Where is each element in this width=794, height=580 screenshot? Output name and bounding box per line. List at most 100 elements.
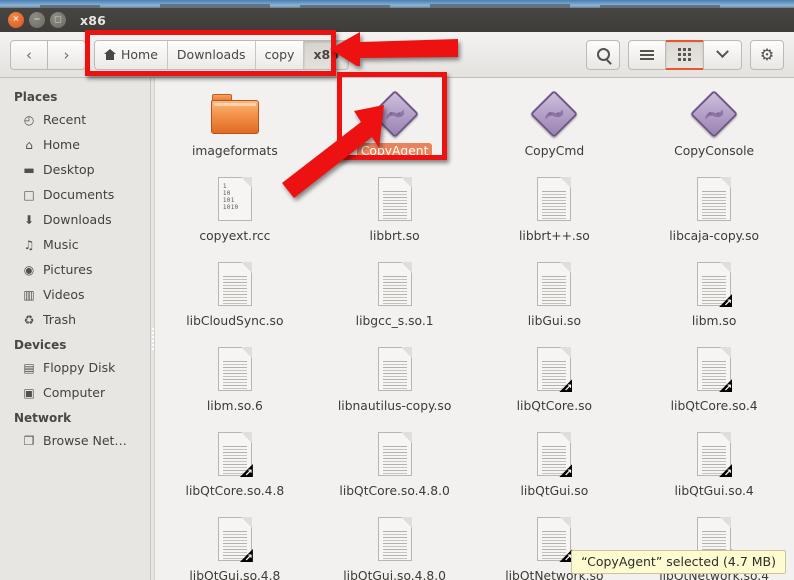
file-item[interactable]: libm.so [634,252,794,337]
file-name-label: libcaja-copy.so [669,229,760,243]
file-item[interactable]: libQtCore.so.4 [634,337,794,422]
breadcrumb-label: Downloads [176,47,246,62]
breadcrumb-item-copy[interactable]: copy [255,40,305,69]
file-item[interactable]: CopyCmd [475,82,635,167]
file-item[interactable]: libgcc_s.so.1 [315,252,475,337]
file-icon-wrapper [537,428,572,480]
file-item[interactable]: libCloudSync.so [155,252,315,337]
folder-icon [210,94,259,134]
file-item[interactable]: libbrt++.so [475,167,635,252]
binary-file-icon: 1 10 101 1010 [217,177,252,221]
sidebar-item-pictures[interactable]: ◉ Pictures [0,257,150,282]
file-item[interactable]: libGui.so [475,252,635,337]
executable-icon [370,89,419,139]
file-item[interactable]: libnautilus-copy.so [315,337,475,422]
file-manager-window: ✕ − □ x86 ‹ › Home Downloads copy x86 ⚙ … [0,8,794,580]
floppy-icon: ▤ [23,360,35,375]
sidebar-item-trash[interactable]: ♻ Trash [0,307,150,332]
file-item[interactable]: libm.so.6 [155,337,315,422]
title-bar: ✕ − □ x86 [0,8,794,32]
breadcrumb-item-downloads[interactable]: Downloads [167,40,256,69]
chevron-left-icon: ‹ [26,45,32,64]
sidebar-item-music[interactable]: ♫ Music [0,232,150,257]
sidebar-item-browse-net[interactable]: ❐ Browse Net… [0,428,150,453]
file-view[interactable]: imageformats CopyAgent CopyCmd CopyConsole 1… [155,78,794,580]
file-item[interactable]: CopyConsole [634,82,794,167]
file-item[interactable]: libcaja-copy.so [634,167,794,252]
breadcrumb-item-home[interactable]: Home [95,40,168,69]
minimize-button[interactable]: − [29,12,45,28]
list-view-icon [640,49,654,60]
sidebar-item-desktop[interactable]: ▬ Desktop [0,157,150,182]
maximize-button[interactable]: □ [50,12,66,28]
sidebar-item-floppy-disk[interactable]: ▤ Floppy Disk [0,355,150,380]
file-name-label: libQtCore.so.4 [670,399,758,413]
file-icon-wrapper [537,343,572,395]
file-item[interactable]: libQtGui.so [475,422,635,507]
document-file-icon [537,517,572,564]
list-view-button[interactable] [628,39,666,70]
chevron-right-icon: › [63,45,70,64]
sidebar-item-recent[interactable]: ◴ Recent [0,107,150,132]
search-button[interactable] [586,39,620,70]
sidebar-section-title: Network [14,411,72,425]
file-name-label: libCloudSync.so [186,314,284,328]
sidebar-item-label: Documents [43,187,115,202]
file-item[interactable]: libQtCore.so [475,337,635,422]
sidebar-item-label: Home [43,137,80,152]
file-icon-wrapper [697,173,732,225]
file-name-label: CopyAgent [356,143,433,159]
file-name-label: imageformats [192,144,278,158]
file-name-label: libm.so [691,314,737,328]
back-button[interactable]: ‹ [10,39,48,70]
document-file-icon [537,177,572,221]
search-group [586,39,620,70]
sidebar-item-label: Pictures [43,262,93,277]
document-file-icon [377,517,412,561]
file-name-label: libQtGui.so.4 [674,484,754,498]
forward-button[interactable]: › [48,39,86,70]
file-item[interactable]: libQtCore.so.4.8 [155,422,315,507]
file-name-label: libQtCore.so [516,399,593,413]
file-item[interactable]: libQtGui.so.4 [634,422,794,507]
sidebar-item-home[interactable]: ⌂ Home [0,132,150,157]
document-file-icon [537,347,572,394]
folder-icon: ▬ [23,162,35,177]
binary-bits: 1 10 101 1010 [222,183,239,211]
chevron-down-icon [716,45,729,59]
file-item[interactable]: libQtCore.so.4.8.0 [315,422,475,507]
document-icon: □ [23,187,35,202]
sidebar-item-label: Music [43,237,79,252]
file-item[interactable]: 1 10 101 1010 copyext.rcc [155,167,315,252]
symlink-badge-icon [559,464,572,479]
breadcrumb-item-x86[interactable]: x86 [304,40,348,69]
settings-button[interactable]: ⚙ [750,39,784,70]
file-item[interactable]: libQtGui.so.4.8.0 [315,507,475,580]
sidebar-item-downloads[interactable]: ⬇ Downloads [0,207,150,232]
sidebar-item-computer[interactable]: ▣ Computer [0,380,150,405]
file-icon-wrapper [377,173,412,225]
file-name-label: libnautilus-copy.so [337,399,452,413]
file-name-label: libbrt++.so [518,229,590,243]
file-item[interactable]: CopyAgent [315,82,475,167]
grid-view-button[interactable] [666,39,704,70]
breadcrumb-label: copy [264,47,295,62]
file-icon-wrapper [697,428,732,480]
file-item[interactable]: imageformats [155,82,315,167]
file-item[interactable]: libQtGui.so.4.8 [155,507,315,580]
view-options-dropdown[interactable] [704,39,742,70]
file-icon-wrapper [537,258,572,310]
file-name-label: libgcc_s.so.1 [355,314,434,328]
home-icon: ⌂ [25,137,33,152]
film-icon: ▥ [23,287,35,302]
close-button[interactable]: ✕ [8,12,24,28]
document-file-icon [697,432,732,479]
sidebar-item-documents[interactable]: □ Documents [0,182,150,207]
sidebar-item-label: Desktop [43,162,95,177]
minimize-icon: − [33,14,41,24]
sidebar-section-title: Places [14,90,58,104]
view-mode-group [628,39,742,70]
sidebar-item-label: Recent [43,112,87,127]
sidebar-item-videos[interactable]: ▥ Videos [0,282,150,307]
file-item[interactable]: libbrt.so [315,167,475,252]
